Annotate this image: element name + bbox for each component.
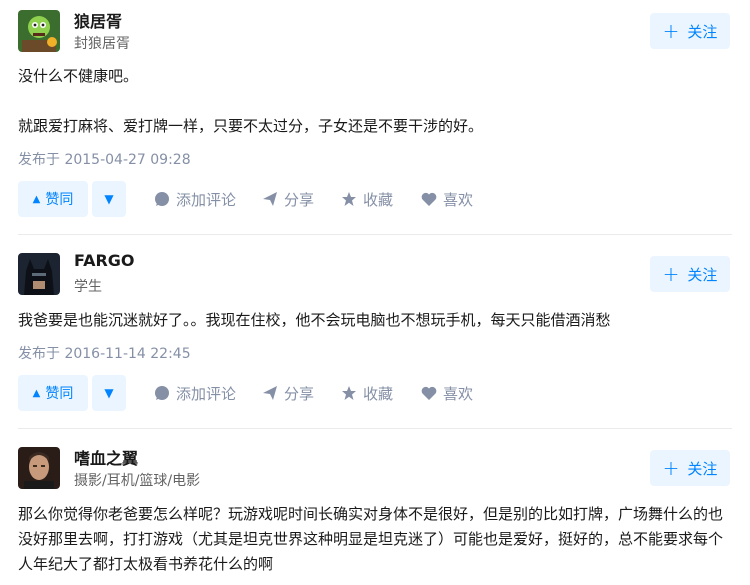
follow-button[interactable]: + 关注 xyxy=(650,13,730,49)
avatar[interactable] xyxy=(18,447,60,489)
share-label: 分享 xyxy=(284,384,315,403)
share-label: 分享 xyxy=(284,190,315,209)
author-name[interactable]: 狼居胥 xyxy=(74,8,122,32)
answer-feed: 狼居胥 封狼居胥 + 关注 没什么不健康吧。 就跟爱打麻将、爱打牌一样，只要不太… xyxy=(0,0,750,585)
heart-icon xyxy=(421,192,437,206)
avatar[interactable] xyxy=(18,253,60,295)
comment-label: 添加评论 xyxy=(176,190,237,209)
comment-button[interactable]: 添加评论 xyxy=(154,181,236,217)
like-label: 喜欢 xyxy=(443,190,474,209)
share-button[interactable]: 分享 xyxy=(262,375,314,411)
comment-label: 添加评论 xyxy=(176,384,237,403)
triangle-down-icon: ▼ xyxy=(104,386,114,400)
answer-divider xyxy=(18,428,732,429)
comment-bubble-icon xyxy=(155,386,169,400)
upvote-label: 赞同 xyxy=(45,192,74,208)
upvote-button[interactable]: ▲ 赞同 xyxy=(18,375,88,411)
like-button[interactable]: 喜欢 xyxy=(421,375,473,411)
publish-date[interactable]: 发布于 2015-04-27 09:28 xyxy=(18,149,191,169)
star-icon xyxy=(342,192,356,206)
plus-icon: + xyxy=(662,262,680,286)
author-name[interactable]: 嗜血之翼 xyxy=(74,445,138,469)
plus-icon: + xyxy=(662,19,680,43)
answer-divider xyxy=(18,234,732,235)
downvote-button[interactable]: ▼ xyxy=(92,375,126,411)
paper-plane-icon xyxy=(263,192,277,206)
answer-paragraph: 就跟爱打麻将、爱打牌一样，只要不太过分，子女还是不要干涉的好。 xyxy=(18,117,484,135)
comment-bubble-icon xyxy=(155,192,169,206)
avatar-batman-image xyxy=(18,253,60,295)
answer-paragraph: 那么你觉得你老爸要怎么样呢？玩游戏呢时间长确实对身体不是很好，但是别的比如打牌，… xyxy=(18,505,724,573)
action-bar: ▲ 赞同 ▼ 添加评论 分享 收藏 喜欢 xyxy=(18,181,732,217)
comment-button[interactable]: 添加评论 xyxy=(154,375,236,411)
paper-plane-icon xyxy=(263,386,277,400)
avatar-portrait-image xyxy=(18,447,60,489)
heart-icon xyxy=(421,386,437,400)
publish-date[interactable]: 发布于 2016-11-14 22:45 xyxy=(18,343,191,363)
answer-content: 我爸要是也能沉迷就好了。。我现在住校，他不会玩电脑也不想玩手机，每天只能借酒消愁 xyxy=(18,308,732,333)
follow-button[interactable]: + 关注 xyxy=(650,450,730,486)
follow-label: 关注 xyxy=(687,265,718,284)
upvote-button[interactable]: ▲ 赞同 xyxy=(18,181,88,217)
author-headline: 摄影/耳机/篮球/电影 xyxy=(74,473,201,489)
share-button[interactable]: 分享 xyxy=(262,181,314,217)
avatar[interactable] xyxy=(18,10,60,52)
upvote-label: 赞同 xyxy=(45,386,74,402)
collect-label: 收藏 xyxy=(363,190,394,209)
author-name[interactable]: FARGO xyxy=(74,251,135,270)
like-button[interactable]: 喜欢 xyxy=(421,181,473,217)
author-headline: 学生 xyxy=(74,279,102,295)
triangle-down-icon: ▼ xyxy=(104,192,114,206)
collect-label: 收藏 xyxy=(363,384,394,403)
follow-label: 关注 xyxy=(687,459,718,478)
like-label: 喜欢 xyxy=(443,384,474,403)
answer-paragraph: 没什么不健康吧。 xyxy=(18,67,139,85)
avatar-plant-zombie-image xyxy=(18,10,60,52)
plus-icon: + xyxy=(662,456,680,480)
star-icon xyxy=(342,386,356,400)
action-bar: ▲ 赞同 ▼ 添加评论 分享 收藏 喜欢 xyxy=(18,375,732,411)
follow-button[interactable]: + 关注 xyxy=(650,256,730,292)
answer-content: 没什么不健康吧。 就跟爱打麻将、爱打牌一样，只要不太过分，子女还是不要干涉的好。 xyxy=(18,64,732,139)
collect-button[interactable]: 收藏 xyxy=(341,181,393,217)
collect-button[interactable]: 收藏 xyxy=(341,375,393,411)
answer-paragraph: 我爸要是也能沉迷就好了。。我现在住校，他不会玩电脑也不想玩手机，每天只能借酒消愁 xyxy=(18,311,611,329)
follow-label: 关注 xyxy=(687,22,718,41)
triangle-up-icon: ▲ xyxy=(32,387,41,399)
downvote-button[interactable]: ▼ xyxy=(92,181,126,217)
author-headline: 封狼居胥 xyxy=(74,36,130,52)
triangle-up-icon: ▲ xyxy=(32,193,41,205)
answer-content: 那么你觉得你老爸要怎么样呢？玩游戏呢时间长确实对身体不是很好，但是别的比如打牌，… xyxy=(18,502,732,577)
